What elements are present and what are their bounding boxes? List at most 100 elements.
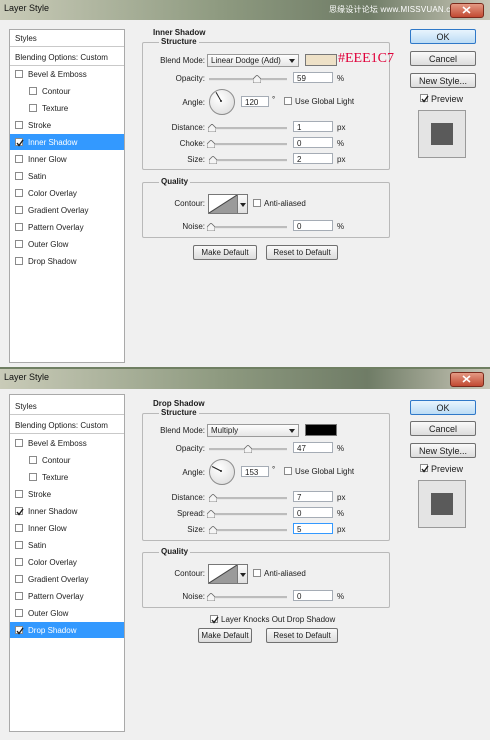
style-item-inner-shadow[interactable]: Inner Shadow bbox=[10, 134, 124, 150]
new-style-button[interactable]: New Style... bbox=[410, 443, 476, 458]
styles-header[interactable]: Styles bbox=[10, 30, 124, 47]
new-style-button[interactable]: New Style... bbox=[410, 73, 476, 88]
opacity-slider-thumb[interactable] bbox=[243, 444, 253, 454]
style-item-stroke[interactable]: Stroke bbox=[10, 117, 124, 133]
opacity-input[interactable]: 59 bbox=[293, 72, 333, 83]
style-item-checkbox[interactable] bbox=[15, 240, 23, 248]
choke-slider-track[interactable] bbox=[209, 143, 287, 146]
style-item-checkbox[interactable] bbox=[15, 558, 23, 566]
reset-to-default-button[interactable]: Reset to Default bbox=[266, 245, 338, 260]
choke-input[interactable]: 0 bbox=[293, 137, 333, 148]
ok-button[interactable]: OK bbox=[410, 400, 476, 415]
style-item-bevel-emboss[interactable]: Bevel & Emboss bbox=[10, 66, 124, 82]
title-bar[interactable]: Layer Style 思缘设计论坛 www.MISSVUAN.com bbox=[0, 0, 490, 20]
style-item-satin[interactable]: Satin bbox=[10, 168, 124, 184]
spread-slider-thumb[interactable] bbox=[206, 509, 216, 519]
blend-mode-select[interactable]: Multiply bbox=[207, 424, 299, 437]
style-item-gradient-overlay[interactable]: Gradient Overlay bbox=[10, 571, 124, 587]
style-item-inner-glow[interactable]: Inner Glow bbox=[10, 520, 124, 536]
style-item-checkbox[interactable] bbox=[15, 155, 23, 163]
style-item-bevel-emboss[interactable]: Bevel & Emboss bbox=[10, 435, 124, 451]
distance-input[interactable]: 1 bbox=[293, 121, 333, 132]
shadow-color-swatch[interactable] bbox=[305, 424, 337, 436]
style-item-outer-glow[interactable]: Outer Glow bbox=[10, 605, 124, 621]
blending-options-item[interactable]: Blending Options: Custom bbox=[10, 417, 124, 434]
style-item-checkbox[interactable] bbox=[15, 172, 23, 180]
style-item-checkbox[interactable] bbox=[15, 507, 24, 516]
blend-mode-select[interactable]: Linear Dodge (Add) bbox=[207, 54, 299, 67]
style-item-checkbox[interactable] bbox=[29, 473, 37, 481]
choke-slider-thumb[interactable] bbox=[206, 139, 216, 149]
use-global-light-checkbox[interactable] bbox=[284, 97, 292, 105]
style-item-inner-shadow[interactable]: Inner Shadow bbox=[10, 503, 124, 519]
size-slider-track[interactable] bbox=[209, 159, 287, 162]
preview-checkbox[interactable] bbox=[420, 464, 429, 473]
style-item-checkbox[interactable] bbox=[15, 121, 23, 129]
size-input[interactable]: 5 bbox=[293, 523, 333, 534]
distance-slider-thumb[interactable] bbox=[208, 493, 218, 503]
angle-dial[interactable] bbox=[209, 459, 235, 485]
style-item-gradient-overlay[interactable]: Gradient Overlay bbox=[10, 202, 124, 218]
distance-slider-track[interactable] bbox=[209, 497, 287, 500]
style-item-checkbox[interactable] bbox=[15, 70, 23, 78]
style-item-texture[interactable]: Texture bbox=[10, 100, 124, 116]
noise-slider-thumb[interactable] bbox=[206, 222, 216, 232]
contour-dropdown[interactable] bbox=[238, 564, 248, 584]
style-item-texture[interactable]: Texture bbox=[10, 469, 124, 485]
style-item-outer-glow[interactable]: Outer Glow bbox=[10, 236, 124, 252]
ok-button[interactable]: OK bbox=[410, 29, 476, 44]
style-item-checkbox[interactable] bbox=[15, 189, 23, 197]
layer-knocks-out-checkbox[interactable] bbox=[210, 615, 219, 624]
style-item-checkbox[interactable] bbox=[29, 104, 37, 112]
use-global-light-checkbox[interactable] bbox=[284, 467, 292, 475]
style-item-checkbox[interactable] bbox=[15, 206, 23, 214]
make-default-button[interactable]: Make Default bbox=[193, 245, 257, 260]
distance-slider-track[interactable] bbox=[209, 127, 287, 130]
style-item-inner-glow[interactable]: Inner Glow bbox=[10, 151, 124, 167]
style-item-checkbox[interactable] bbox=[29, 456, 37, 464]
contour-preview[interactable] bbox=[208, 194, 238, 214]
style-item-checkbox[interactable] bbox=[29, 87, 37, 95]
style-item-color-overlay[interactable]: Color Overlay bbox=[10, 185, 124, 201]
size-slider-thumb[interactable] bbox=[208, 525, 218, 535]
style-item-checkbox[interactable] bbox=[15, 138, 24, 147]
style-item-checkbox[interactable] bbox=[15, 592, 23, 600]
angle-input[interactable]: 120 bbox=[241, 96, 269, 107]
make-default-button[interactable]: Make Default bbox=[198, 628, 252, 643]
style-item-drop-shadow[interactable]: Drop Shadow bbox=[10, 253, 124, 269]
spread-input[interactable]: 0 bbox=[293, 507, 333, 518]
close-button[interactable] bbox=[450, 3, 484, 18]
style-item-pattern-overlay[interactable]: Pattern Overlay bbox=[10, 588, 124, 604]
title-bar[interactable]: Layer Style bbox=[0, 369, 490, 389]
noise-slider-track[interactable] bbox=[209, 226, 287, 229]
style-item-checkbox[interactable] bbox=[15, 541, 23, 549]
style-item-stroke[interactable]: Stroke bbox=[10, 486, 124, 502]
style-item-color-overlay[interactable]: Color Overlay bbox=[10, 554, 124, 570]
opacity-slider-track[interactable] bbox=[209, 78, 287, 81]
preview-checkbox[interactable] bbox=[420, 94, 429, 103]
spread-slider-track[interactable] bbox=[209, 513, 287, 516]
close-button[interactable] bbox=[450, 372, 484, 387]
anti-aliased-checkbox[interactable] bbox=[253, 199, 261, 207]
style-item-checkbox[interactable] bbox=[15, 524, 23, 532]
anti-aliased-checkbox[interactable] bbox=[253, 569, 261, 577]
reset-to-default-button[interactable]: Reset to Default bbox=[266, 628, 338, 643]
style-item-pattern-overlay[interactable]: Pattern Overlay bbox=[10, 219, 124, 235]
style-item-checkbox[interactable] bbox=[15, 490, 23, 498]
style-item-checkbox[interactable] bbox=[15, 575, 23, 583]
style-item-contour[interactable]: Contour bbox=[10, 452, 124, 468]
angle-input[interactable]: 153 bbox=[241, 466, 269, 477]
cancel-button[interactable]: Cancel bbox=[410, 51, 476, 66]
opacity-input[interactable]: 47 bbox=[293, 442, 333, 453]
size-input[interactable]: 2 bbox=[293, 153, 333, 164]
style-item-checkbox[interactable] bbox=[15, 257, 23, 265]
noise-slider-thumb[interactable] bbox=[206, 592, 216, 602]
opacity-slider-thumb[interactable] bbox=[252, 74, 262, 84]
shadow-color-swatch[interactable] bbox=[305, 54, 337, 66]
distance-slider-thumb[interactable] bbox=[207, 123, 217, 133]
styles-header[interactable]: Styles bbox=[10, 398, 124, 415]
noise-slider-track[interactable] bbox=[209, 596, 287, 599]
style-item-satin[interactable]: Satin bbox=[10, 537, 124, 553]
style-item-checkbox[interactable] bbox=[15, 223, 23, 231]
style-item-drop-shadow[interactable]: Drop Shadow bbox=[10, 622, 124, 638]
